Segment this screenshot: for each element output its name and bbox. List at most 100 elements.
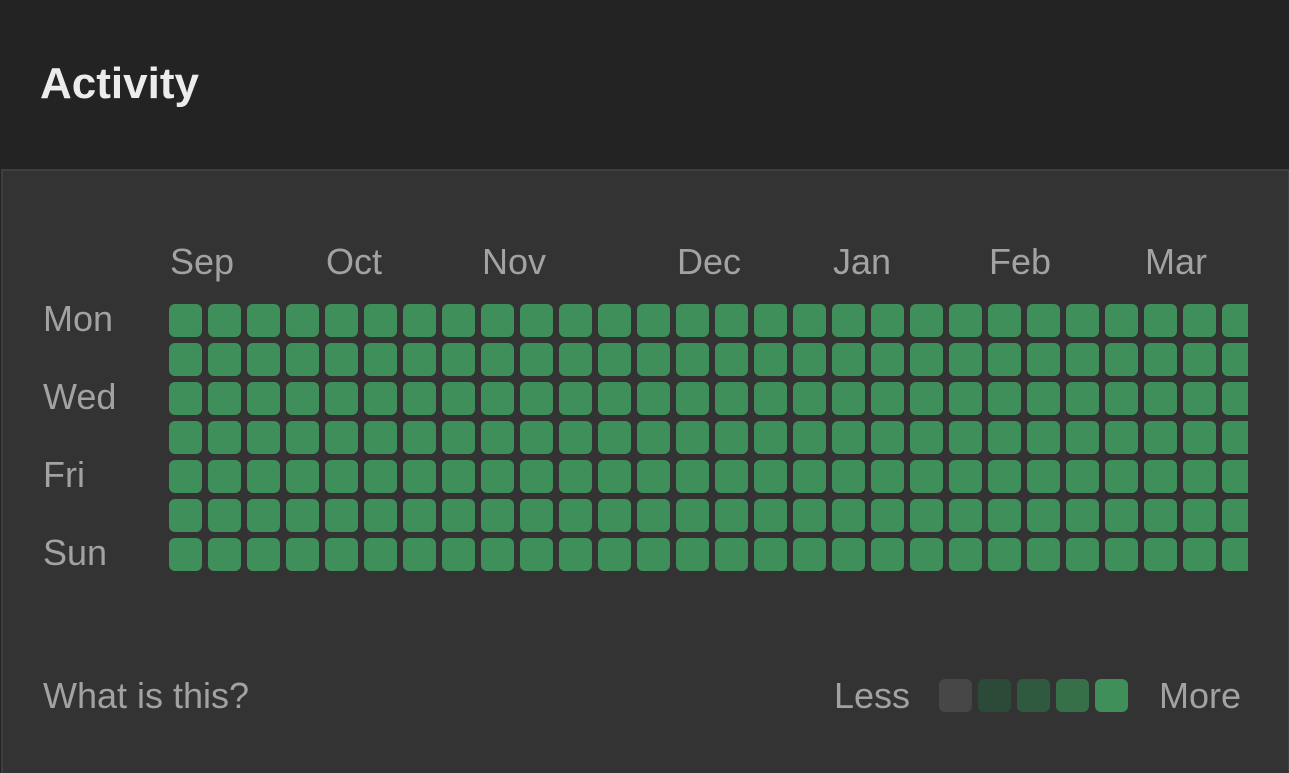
heatmap-cell [676,382,709,415]
heatmap-cell [949,343,982,376]
heatmap-cell [637,343,670,376]
heatmap-cell [754,304,787,337]
heatmap-cell [832,421,865,454]
legend-swatch-level-0 [939,679,972,712]
heatmap-cell [754,538,787,571]
heatmap-cell [442,343,475,376]
heatmap-cell [1066,421,1099,454]
heatmap-cell [1027,343,1060,376]
heatmap-cell [793,343,826,376]
heatmap-cell [1066,382,1099,415]
heatmap-cell [364,382,397,415]
heatmap-cell [325,538,358,571]
heatmap-cell [1066,304,1099,337]
page-title: Activity [40,59,199,108]
heatmap-cell [598,304,631,337]
heatmap-cell [1105,460,1138,493]
heatmap-cell [520,421,553,454]
what-is-this-link[interactable]: What is this? [43,674,249,718]
heatmap-cell [1222,538,1248,571]
heatmap-cell [1183,382,1216,415]
heatmap-cell [1183,538,1216,571]
heatmap-cell [325,343,358,376]
heatmap-cell [442,460,475,493]
heatmap-cell [286,421,319,454]
heatmap-cell [598,460,631,493]
heatmap-cell [910,499,943,532]
heatmap-cell [637,304,670,337]
heatmap-cell [559,343,592,376]
heatmap-cell [676,499,709,532]
heatmap-cell [1222,382,1248,415]
heatmap-cell [559,538,592,571]
heatmap-cell [754,421,787,454]
legend-more-label: More [1159,675,1242,716]
heatmap-cell [559,382,592,415]
heatmap-cell [169,304,202,337]
heatmap-cell [481,343,514,376]
heatmap-cell [169,460,202,493]
heatmap-cell [949,499,982,532]
month-label-mar: Mar [1145,241,1207,282]
legend-swatch-level-4 [1095,679,1128,712]
heatmap-cell [676,460,709,493]
heatmap-cell [871,382,904,415]
heatmap-cell [520,460,553,493]
heatmap-cell [832,499,865,532]
heatmap-cell [637,421,670,454]
heatmap-cell [1183,343,1216,376]
heatmap-cell [442,304,475,337]
month-label-sep: Sep [170,241,235,282]
legend-swatch-level-2 [1017,679,1050,712]
heatmap-cell [247,304,280,337]
heatmap-cell [325,304,358,337]
heatmap-cell [1105,304,1138,337]
heatmap-cell [247,421,280,454]
heatmap-cell [754,382,787,415]
heatmap-cell [442,538,475,571]
heatmap-cell [1183,499,1216,532]
heatmap-cell [715,460,748,493]
heatmap-cell [286,304,319,337]
heatmap-cell [871,421,904,454]
heatmap-cell [949,421,982,454]
heatmap-cell [1105,538,1138,571]
heatmap-cell [598,538,631,571]
heatmap-cell [1144,421,1177,454]
heatmap-cell [715,343,748,376]
heatmap-cell [442,421,475,454]
heatmap-cell [715,538,748,571]
heatmap-cell [208,421,241,454]
heatmap-cell [481,499,514,532]
heatmap-cell [1105,499,1138,532]
heatmap-cell [208,460,241,493]
heatmap-cell [325,499,358,532]
heatmap-cell [1144,382,1177,415]
heatmap-cell [988,421,1021,454]
heatmap-cell [520,499,553,532]
heatmap-cell [871,460,904,493]
heatmap-cell [1027,382,1060,415]
month-label-feb: Feb [989,241,1052,282]
heatmap-cell [1183,304,1216,337]
heatmap-cell [754,343,787,376]
heatmap-cell [247,343,280,376]
heatmap-cell [169,499,202,532]
heatmap-cell [208,538,241,571]
heatmap-cell [247,382,280,415]
heatmap-cell [1222,499,1248,532]
day-label-fri: Fri [43,454,85,495]
legend-swatch-level-3 [1056,679,1089,712]
heatmap-cell [1027,460,1060,493]
heatmap-cell [910,538,943,571]
heatmap-cell [715,382,748,415]
heatmap-cell [442,382,475,415]
heatmap-cell [1027,499,1060,532]
heatmap-cell [520,382,553,415]
heatmap-cell [793,382,826,415]
month-label-oct: Oct [326,241,383,282]
heatmap-cell [1066,343,1099,376]
heatmap-cell [910,343,943,376]
heatmap-cell [325,460,358,493]
heatmap-cell [832,382,865,415]
